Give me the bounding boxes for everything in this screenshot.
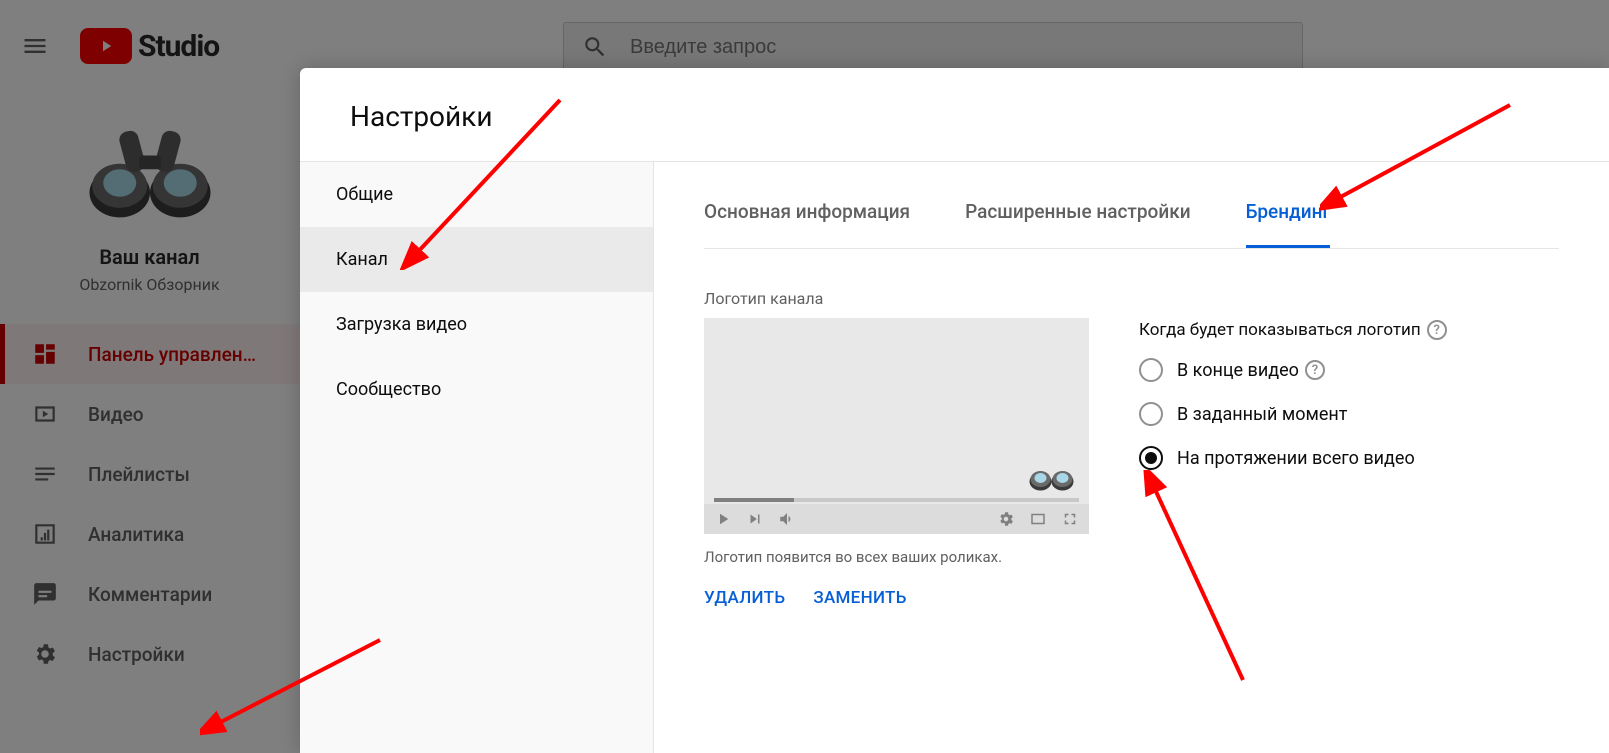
preview-column: Логотип появится во всех ваших роликах. … xyxy=(704,318,1089,608)
tab-branding[interactable]: Брендинг xyxy=(1246,200,1331,248)
help-icon[interactable]: ? xyxy=(1305,360,1325,380)
settings-tab-upload[interactable]: Загрузка видео xyxy=(300,292,653,357)
play-icon xyxy=(714,510,732,528)
delete-button[interactable]: УДАЛИТЬ xyxy=(704,588,785,608)
volume-icon xyxy=(778,510,796,528)
radio-option-entire[interactable]: На протяжении всего видео xyxy=(1139,446,1447,470)
settings-gear-icon xyxy=(997,510,1015,528)
modal-body: Общие Канал Загрузка видео Сообщество Ос… xyxy=(300,162,1609,753)
radio-group-title: Когда будет показываться логотип ? xyxy=(1139,320,1447,340)
channel-tabs: Основная информация Расширенные настройк… xyxy=(704,162,1559,249)
branding-actions: УДАЛИТЬ ЗАМЕНИТЬ xyxy=(704,588,1089,608)
progress-track xyxy=(714,498,1079,502)
radio-option-end[interactable]: В конце видео ? xyxy=(1139,358,1447,382)
settings-tab-general[interactable]: Общие xyxy=(300,162,653,227)
radio-label: В конце видео ? xyxy=(1177,360,1325,381)
branding-section-label: Логотип канала xyxy=(704,289,1559,308)
branding-content: Логотип появится во всех ваших роликах. … xyxy=(704,318,1559,608)
watermark-preview-icon xyxy=(1024,454,1079,494)
replace-button[interactable]: ЗАМЕНИТЬ xyxy=(813,588,906,608)
radio-label: На протяжении всего видео xyxy=(1177,448,1415,469)
radio-icon xyxy=(1139,402,1163,426)
tab-advanced[interactable]: Расширенные настройки xyxy=(965,200,1190,248)
settings-tab-channel[interactable]: Канал xyxy=(300,227,653,292)
modal-title: Настройки xyxy=(350,100,1559,133)
preview-note: Логотип появится во всех ваших роликах. xyxy=(704,548,1089,566)
radio-icon xyxy=(1139,358,1163,382)
settings-tab-community[interactable]: Сообщество xyxy=(300,357,653,422)
player-controls xyxy=(704,504,1089,534)
radio-icon-checked xyxy=(1139,446,1163,470)
settings-sidebar: Общие Канал Загрузка видео Сообщество xyxy=(300,162,654,753)
modal-header: Настройки xyxy=(300,68,1609,162)
theater-icon xyxy=(1029,510,1047,528)
help-icon[interactable]: ? xyxy=(1427,320,1447,340)
tab-basic-info[interactable]: Основная информация xyxy=(704,200,910,248)
fullscreen-icon xyxy=(1061,510,1079,528)
progress-fill xyxy=(714,498,794,502)
next-icon xyxy=(746,510,764,528)
video-preview xyxy=(704,318,1089,534)
display-time-options: Когда будет показываться логотип ? В кон… xyxy=(1139,318,1447,490)
radio-label: В заданный момент xyxy=(1177,404,1347,425)
settings-modal: Настройки Общие Канал Загрузка видео Соо… xyxy=(300,68,1609,753)
radio-option-custom[interactable]: В заданный момент xyxy=(1139,402,1447,426)
settings-main: Основная информация Расширенные настройк… xyxy=(654,162,1609,753)
